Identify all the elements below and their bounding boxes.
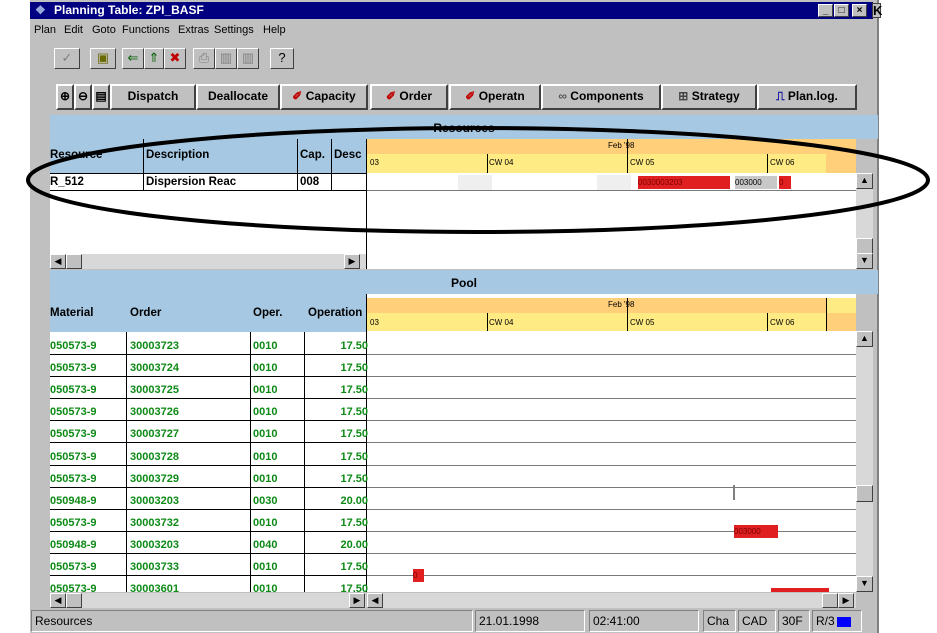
annotation-ellipse (26, 126, 930, 234)
